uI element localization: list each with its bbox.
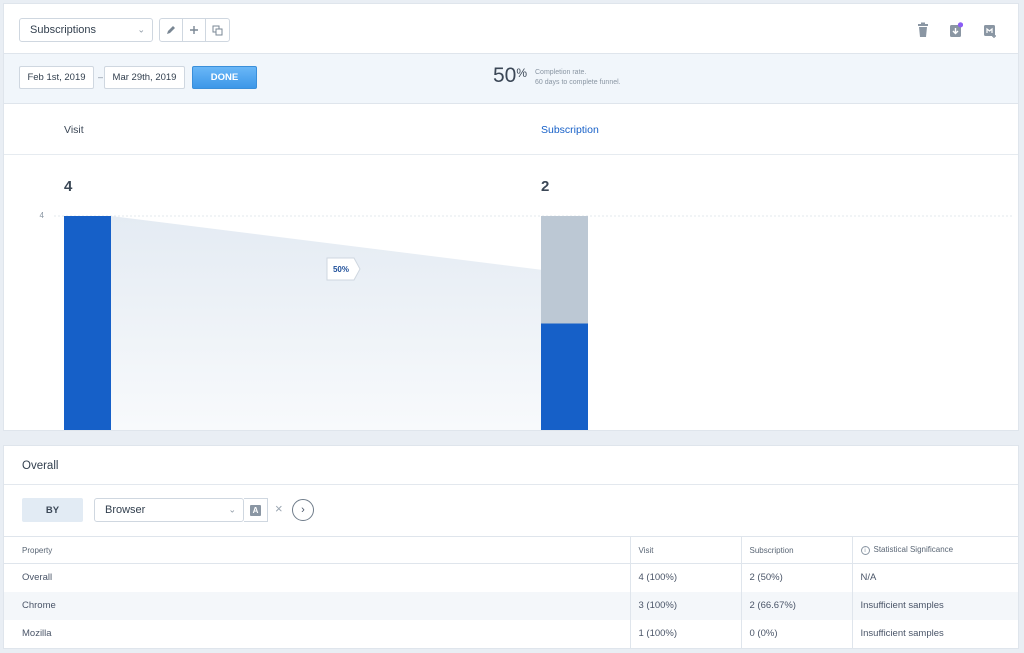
pencil-icon xyxy=(167,26,175,34)
duplicate-button[interactable] xyxy=(206,19,229,41)
cell-subscription: 2 (50%) xyxy=(740,563,852,592)
column-header-subscription[interactable]: Subscription xyxy=(740,536,852,564)
dropoff-bar-1 xyxy=(541,216,588,324)
y-tick-label: 4 xyxy=(40,211,45,220)
divider xyxy=(4,484,1018,485)
by-button[interactable]: BY xyxy=(22,498,83,522)
step-label-subscription[interactable]: Subscription xyxy=(541,124,599,136)
date-separator: – xyxy=(98,72,104,82)
table-row[interactable]: Overall 4 (100%) 2 (50%) N/A xyxy=(4,563,1018,592)
cell-property: Mozilla xyxy=(22,628,52,639)
download-badge xyxy=(957,22,963,28)
column-header-visit[interactable]: Visit xyxy=(629,536,741,564)
funnel-chart: 4 4 2 50% xyxy=(40,178,1014,430)
info-icon: i xyxy=(860,546,870,555)
chevron-down-icon: ⌄ xyxy=(228,504,236,515)
cell-property: Overall xyxy=(22,572,53,584)
cell-visit: 3 (100%) xyxy=(629,591,741,620)
edit-button[interactable] xyxy=(160,19,183,41)
cell-significance: Insufficient samples xyxy=(851,619,1018,648)
chevron-down-icon: ⌄ xyxy=(137,24,145,35)
bar-0 xyxy=(64,216,111,430)
plus-icon xyxy=(190,26,198,34)
toolbar: Subscriptions ⌄ xyxy=(4,4,1018,54)
step-count-1: 2 xyxy=(541,178,549,195)
trash-icon[interactable] xyxy=(916,22,930,38)
table-row[interactable]: Chrome 3 (100%) 2 (66.67%) Insufficient … xyxy=(4,591,1018,620)
completion-unit: % xyxy=(516,66,528,80)
add-button[interactable] xyxy=(183,19,206,41)
completion-rate: 50% xyxy=(493,64,527,88)
cell-significance: Insufficient samples xyxy=(851,591,1018,620)
start-date-input[interactable]: Feb 1st, 2019 xyxy=(19,66,94,89)
download-icon[interactable] xyxy=(949,22,963,38)
funnel-steps-header: Visit Subscription xyxy=(4,104,1018,155)
cell-visit: 4 (100%) xyxy=(629,563,741,592)
date-bar: Feb 1st, 2019 – Mar 29th, 2019 DONE 50% … xyxy=(4,54,1018,104)
overall-title: Overall xyxy=(22,460,59,472)
completion-note-line2: 60 days to complete funnel. xyxy=(535,79,621,86)
column-header-significance[interactable]: i Statistical Significance xyxy=(851,536,1018,564)
conversion-label: 50% xyxy=(333,265,349,274)
funnel-select-value: Subscriptions xyxy=(30,24,97,36)
end-date-input[interactable]: Mar 29th, 2019 xyxy=(104,66,185,89)
attribute-type-a-icon: A xyxy=(250,504,261,516)
breakdown-select-value: Browser xyxy=(105,504,146,516)
funnel-select[interactable]: Subscriptions ⌄ xyxy=(19,18,153,42)
table-header-row: Property Visit Subscription i Statistical… xyxy=(4,536,1018,564)
cell-property: Chrome xyxy=(4,591,630,620)
cell-significance: N/A xyxy=(851,563,1018,592)
step-label-visit[interactable]: Visit xyxy=(64,124,84,136)
attribute-type-button[interactable]: A xyxy=(244,498,268,522)
funnel-card: Subscriptions ⌄ Feb 1st, 2019 – Mar 29th… xyxy=(3,3,1019,431)
table-row[interactable]: Mozilla 1 (100%) 0 (0%) Insufficient sam… xyxy=(4,619,1018,648)
funnel-actions xyxy=(159,18,230,42)
cell-visit: 1 (100%) xyxy=(629,619,741,648)
completion-note: Completion rate. 60 days to complete fun… xyxy=(535,68,621,88)
breakdown-select[interactable]: Browser ⌄ xyxy=(94,498,244,522)
breakdown-table: Property Visit Subscription i Statistical… xyxy=(4,536,1018,648)
column-header-property[interactable]: Property xyxy=(4,536,630,564)
done-button[interactable]: DONE xyxy=(192,66,257,89)
breakdown-card: Overall BY Browser ⌄ A × › Property Visi… xyxy=(3,445,1019,649)
bar-1 xyxy=(541,323,588,430)
clear-icon[interactable]: × xyxy=(275,501,283,516)
apply-arrow-icon[interactable]: › xyxy=(292,499,314,521)
conversion-flow-area xyxy=(111,216,541,430)
cell-subscription: 0 (0%) xyxy=(740,619,852,648)
step-count-0: 4 xyxy=(64,178,73,195)
completion-note-line1: Completion rate. xyxy=(535,69,587,76)
completion-value: 50 xyxy=(493,64,517,87)
duplicate-icon xyxy=(212,25,223,35)
export-icon[interactable] xyxy=(983,22,997,38)
column-header-significance-label: Statistical Significance xyxy=(873,545,954,554)
cell-subscription: 2 (66.67%) xyxy=(740,591,852,620)
